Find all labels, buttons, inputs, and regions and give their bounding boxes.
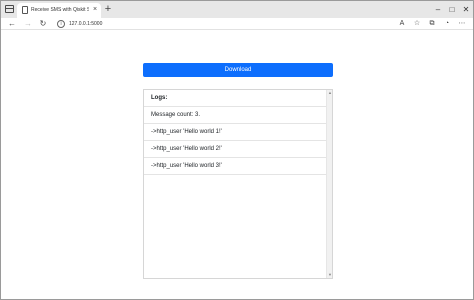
- new-tab-button[interactable]: +: [103, 3, 113, 15]
- tab-close-icon[interactable]: ×: [91, 5, 99, 15]
- log-row: ->http_user 'Hello world 3!': [144, 158, 327, 175]
- forward-arrow-icon[interactable]: →: [23, 18, 33, 30]
- read-aloud-icon[interactable]: A: [397, 18, 407, 30]
- url-text[interactable]: 127.0.0.1:5000: [69, 20, 102, 28]
- scroll-up-icon[interactable]: ▲: [328, 91, 332, 95]
- download-button[interactable]: Download: [143, 63, 333, 77]
- profile-icon[interactable]: ◔: [442, 18, 452, 30]
- browser-toolbar: ← → ↻ i 127.0.0.1:5000 A ☆ ⧉ ◔ ⋯: [1, 18, 473, 30]
- page-favicon-icon: [22, 6, 28, 14]
- tab-strip: Receive SMS with Qiskit SMS Gateway × + …: [1, 1, 473, 18]
- collections-icon[interactable]: ⧉: [427, 18, 437, 30]
- page-content: Download Logs: Message count: 3. ->http_…: [1, 31, 473, 299]
- browser-window: Receive SMS with Qiskit SMS Gateway × + …: [0, 0, 474, 300]
- scroll-down-icon[interactable]: ▼: [328, 273, 332, 277]
- logs-header: Logs:: [144, 90, 327, 107]
- favorites-icon[interactable]: ☆: [412, 18, 422, 30]
- tab-actions-icon[interactable]: [4, 4, 15, 15]
- window-controls: – □ ✕: [431, 1, 473, 18]
- logs-scrollbar[interactable]: ▲ ▼: [326, 90, 332, 278]
- close-window-button[interactable]: ✕: [459, 1, 473, 18]
- tab-active[interactable]: Receive SMS with Qiskit SMS Gateway ×: [17, 3, 101, 18]
- maximize-button[interactable]: □: [445, 1, 459, 18]
- log-row: Message count: 3.: [144, 107, 327, 124]
- log-row: ->http_user 'Hello world 1!': [144, 124, 327, 141]
- more-menu-icon[interactable]: ⋯: [457, 18, 467, 30]
- back-arrow-icon[interactable]: ←: [7, 18, 17, 30]
- logs-panel[interactable]: Logs: Message count: 3. ->http_user 'Hel…: [143, 89, 333, 279]
- site-info-icon[interactable]: i: [57, 20, 65, 28]
- log-row: ->http_user 'Hello world 2!': [144, 141, 327, 158]
- address-bar[interactable]: i 127.0.0.1:5000: [53, 19, 393, 29]
- logs-list: Logs: Message count: 3. ->http_user 'Hel…: [144, 90, 327, 175]
- minimize-button[interactable]: –: [431, 1, 445, 18]
- tab-title: Receive SMS with Qiskit SMS Gateway: [31, 7, 89, 13]
- reload-icon[interactable]: ↻: [38, 18, 48, 30]
